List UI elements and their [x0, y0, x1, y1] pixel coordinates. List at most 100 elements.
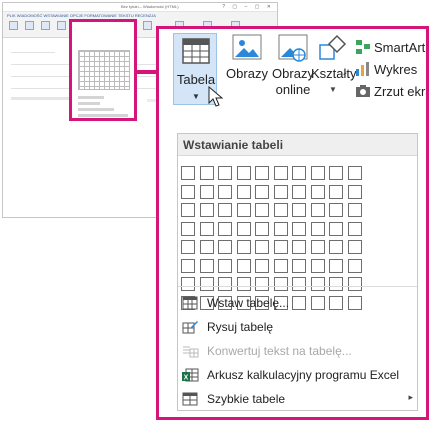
thumbnail-table-menu-highlight	[69, 19, 137, 121]
table-grid-cell[interactable]	[218, 258, 232, 273]
table-grid-cell[interactable]	[310, 184, 325, 199]
table-grid-cell[interactable]	[329, 258, 343, 273]
table-grid-cell[interactable]	[347, 277, 362, 291]
table-grid-cell[interactable]	[218, 277, 232, 291]
table-grid-cell[interactable]	[236, 221, 251, 236]
table-grid-cell[interactable]	[255, 221, 269, 236]
zoomed-insert-panel: Tabela ▼ Obrazy Obrazy online Kształty ▼…	[156, 26, 429, 420]
table-grid-cell[interactable]	[310, 203, 325, 217]
thumbnail-menu-line	[78, 114, 128, 117]
table-grid-cell[interactable]	[218, 166, 232, 180]
convert-text-label: Konwertuj tekst na tabelę...	[207, 344, 352, 358]
table-grid-cell[interactable]	[292, 240, 306, 254]
table-grid-cell[interactable]	[273, 258, 288, 273]
thumbnail-menu-line	[78, 96, 104, 99]
table-grid-cell[interactable]	[310, 277, 325, 291]
table-grid-cell[interactable]	[181, 240, 195, 254]
table-grid-cell[interactable]	[310, 258, 325, 273]
table-grid-cell[interactable]	[181, 258, 195, 273]
table-grid-cell[interactable]	[310, 166, 325, 180]
table-grid-cell[interactable]	[181, 203, 195, 217]
quick-tables-menu-item[interactable]: Szybkie tabele ▸	[178, 388, 417, 410]
table-grid-cell[interactable]	[255, 184, 269, 199]
table-grid-cell[interactable]	[310, 221, 325, 236]
table-grid-cell[interactable]	[255, 240, 269, 254]
table-grid-cell[interactable]	[329, 221, 343, 236]
table-grid-cell[interactable]	[218, 221, 232, 236]
table-grid-cell[interactable]	[292, 184, 306, 199]
chart-icon	[356, 62, 369, 76]
convert-text-to-table-menu-item[interactable]: Konwertuj tekst na tabelę...	[178, 340, 417, 362]
submenu-arrow-icon: ▸	[408, 392, 413, 402]
table-grid-cell[interactable]	[273, 277, 288, 291]
table-grid-cell[interactable]	[347, 240, 362, 254]
table-grid-cell[interactable]	[218, 240, 232, 254]
table-grid-cell[interactable]	[181, 277, 195, 291]
screenshot-button[interactable]: Zrzut ekra	[355, 81, 429, 101]
table-grid-cell[interactable]	[292, 203, 306, 217]
thumbnail-window-title: Bez tytułu – Wiadomość (HTML)	[121, 4, 179, 9]
table-grid-cell[interactable]	[199, 221, 214, 236]
table-grid-cell[interactable]	[273, 221, 288, 236]
quick-tables-label: Szybkie tabele	[207, 392, 286, 406]
table-grid-cell[interactable]	[292, 277, 306, 291]
table-grid-cell[interactable]	[347, 203, 362, 217]
table-grid-cell[interactable]	[255, 166, 269, 180]
table-grid-cell[interactable]	[199, 184, 214, 199]
insert-table-header: Wstawianie tabeli	[178, 134, 417, 156]
excel-spreadsheet-menu-item[interactable]: X Arkusz kalkulacyjny programu Excel	[178, 364, 417, 386]
table-grid-cell[interactable]	[273, 240, 288, 254]
thumbnail-table-grid	[78, 50, 130, 90]
table-grid-cell[interactable]	[292, 221, 306, 236]
table-grid-cell[interactable]	[199, 203, 214, 217]
thumbnail-item-icon	[25, 21, 34, 30]
table-grid-cell[interactable]	[347, 184, 362, 199]
table-grid-cell[interactable]	[199, 277, 214, 291]
table-button[interactable]: Tabela ▼	[173, 33, 224, 107]
table-grid-cell[interactable]	[273, 166, 288, 180]
table-grid-cell[interactable]	[181, 166, 195, 180]
table-grid-cell[interactable]	[236, 240, 251, 254]
table-grid-cell[interactable]	[218, 184, 232, 199]
draw-table-menu-item[interactable]: Rysuj tabelę	[178, 316, 417, 338]
table-small-icon	[182, 296, 198, 310]
table-grid-cell[interactable]	[292, 258, 306, 273]
table-grid-cell[interactable]	[218, 203, 232, 217]
insert-table-menu-item[interactable]: Wstaw tabelę...	[178, 292, 417, 314]
table-grid-cell[interactable]	[310, 240, 325, 254]
table-grid-cell[interactable]	[236, 203, 251, 217]
screenshot-label: Zrzut ekra	[374, 83, 429, 99]
table-grid-cell[interactable]	[199, 258, 214, 273]
table-grid-cell[interactable]	[255, 203, 269, 217]
table-grid-cell[interactable]	[292, 166, 306, 180]
table-grid-cell[interactable]	[329, 277, 343, 291]
thumbnail-ribbon-tabs: PLIK WIADOMOŚĆ WSTAWIANIE OPCJE FORMATOW…	[7, 13, 156, 18]
online-pictures-label-line2: online	[275, 82, 311, 97]
insert-table-label: Wstaw tabelę...	[207, 296, 290, 310]
table-grid-cell[interactable]	[255, 277, 269, 291]
table-grid-cell[interactable]	[199, 166, 214, 180]
table-grid-cell[interactable]	[236, 277, 251, 291]
table-grid-cell[interactable]	[347, 166, 362, 180]
table-grid-cell[interactable]	[236, 184, 251, 199]
table-grid-cell[interactable]	[236, 166, 251, 180]
table-grid-cell[interactable]	[347, 258, 362, 273]
table-grid-cell[interactable]	[347, 221, 362, 236]
chart-label: Wykres	[374, 61, 418, 77]
table-grid-cell[interactable]	[181, 184, 195, 199]
chart-button[interactable]: Wykres	[355, 59, 417, 79]
table-grid-cell[interactable]	[273, 203, 288, 217]
table-grid-cell[interactable]	[329, 240, 343, 254]
smartart-button[interactable]: SmartArt	[355, 37, 425, 57]
shapes-button[interactable]: Kształty ▼	[311, 33, 357, 98]
table-grid-cell[interactable]	[255, 258, 269, 273]
table-grid-cell[interactable]	[273, 184, 288, 199]
pictures-button[interactable]: Obrazy	[225, 33, 269, 82]
table-grid-cell[interactable]	[329, 184, 343, 199]
table-grid-cell[interactable]	[236, 258, 251, 273]
table-grid-cell[interactable]	[199, 240, 214, 254]
online-pictures-button[interactable]: Obrazy online	[271, 33, 315, 98]
table-grid-cell[interactable]	[329, 203, 343, 217]
table-grid-cell[interactable]	[181, 221, 195, 236]
table-grid-cell[interactable]	[329, 166, 343, 180]
